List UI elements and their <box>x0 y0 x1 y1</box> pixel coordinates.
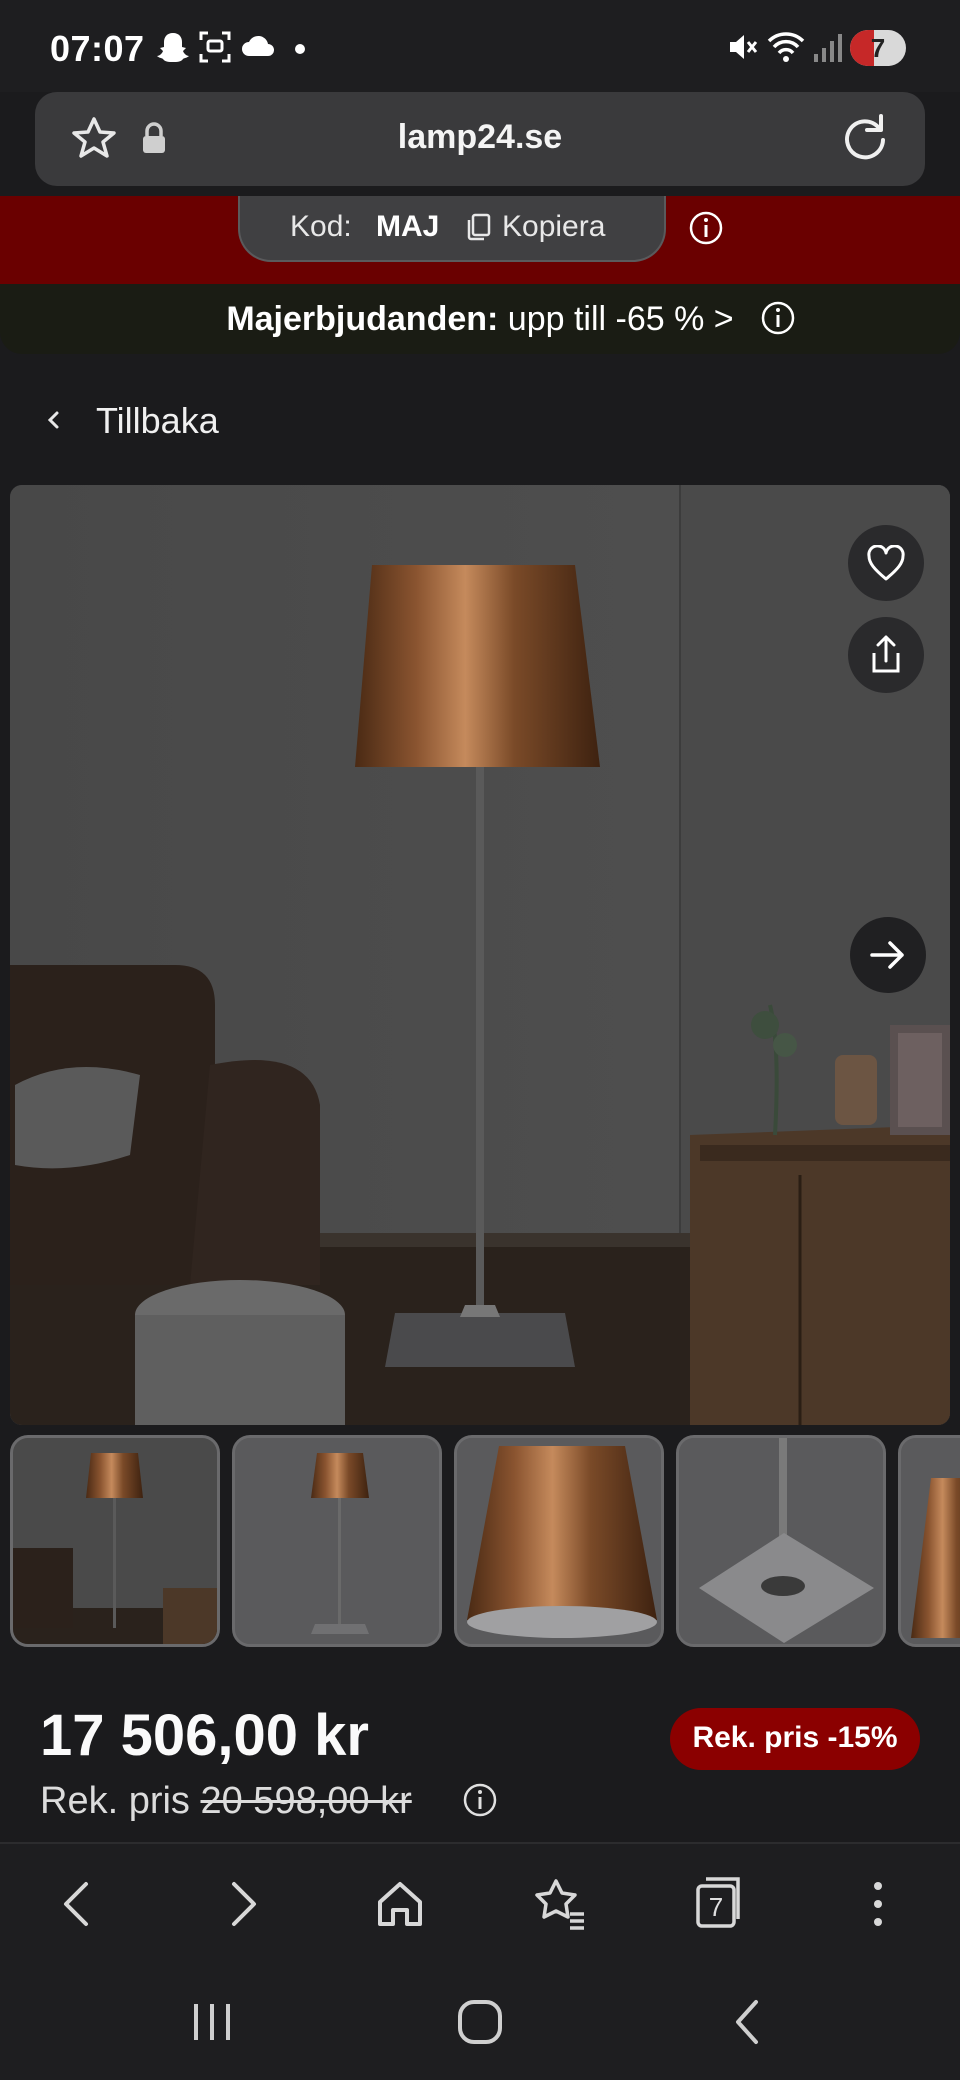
coupon-code: MAJ <box>376 210 440 243</box>
scan-icon <box>199 31 231 63</box>
bookmarks-icon[interactable] <box>532 1876 588 1932</box>
system-back-icon[interactable] <box>730 1998 766 2046</box>
mute-icon <box>730 35 758 59</box>
tab-count: 7 <box>708 1892 724 1922</box>
coupon-pill[interactable]: Kod: MAJ Kopiera <box>238 196 666 262</box>
status-bar: 07:07 7 <box>0 0 960 92</box>
share-icon <box>872 635 900 673</box>
home-button-icon[interactable] <box>456 1998 504 2046</box>
signal-icon <box>814 34 842 62</box>
info-icon[interactable] <box>462 1782 498 1818</box>
system-navigation-bar <box>0 1960 960 2080</box>
recent-apps-icon[interactable] <box>190 2002 234 2042</box>
thumbnail-2[interactable] <box>232 1435 442 1647</box>
back-link[interactable]: Tillbaka <box>0 370 960 470</box>
back-icon[interactable] <box>56 1878 100 1930</box>
thumbnail-image <box>679 1438 883 1644</box>
coupon-label: Kod: <box>290 210 352 243</box>
arrow-right-icon <box>870 941 904 969</box>
recommended-price-value: 20 598,00 kr <box>200 1780 412 1822</box>
sale-banner[interactable]: Majerbjudanden: upp till -65 % > <box>0 284 960 354</box>
thumbnail-4[interactable] <box>676 1435 886 1647</box>
info-icon[interactable] <box>688 210 724 246</box>
forward-icon[interactable] <box>220 1878 264 1930</box>
snapchat-icon <box>157 33 189 62</box>
thumbnail-1[interactable] <box>10 1435 220 1647</box>
thumbnail-image <box>235 1438 439 1644</box>
share-button[interactable] <box>848 617 924 693</box>
address-bar[interactable]: lamp24.se <box>35 92 925 186</box>
sale-headline-bold: Majerbjudanden: <box>226 300 499 338</box>
copy-icon[interactable] <box>464 212 492 242</box>
back-label[interactable]: Tillbaka <box>96 400 219 442</box>
next-image-button[interactable] <box>850 917 926 993</box>
wifi-icon <box>767 32 805 62</box>
reload-icon[interactable] <box>839 112 891 164</box>
discount-badge: Rek. pris -15% <box>670 1708 920 1770</box>
url-text[interactable]: lamp24.se <box>35 118 925 157</box>
sale-headline-rest: upp till -65 % > <box>498 300 734 338</box>
battery-icon: 7 <box>850 30 906 66</box>
recommended-price-label: Rek. pris <box>40 1780 201 1822</box>
status-time: 07:07 <box>50 28 145 69</box>
chevron-left-icon <box>47 411 59 429</box>
thumbnail-image <box>13 1438 217 1644</box>
battery-percent: 7 <box>870 33 886 63</box>
cloud-icon <box>242 35 274 56</box>
thumbnail-5[interactable] <box>898 1435 960 1647</box>
thumbnail-3[interactable] <box>454 1435 664 1647</box>
home-icon[interactable] <box>374 1878 426 1930</box>
thumbnail-image <box>901 1438 960 1644</box>
tabs-button[interactable]: 7 <box>694 1874 746 1930</box>
dot-icon <box>295 44 305 54</box>
product-image[interactable] <box>10 485 950 1425</box>
browser-toolbar: 7 <box>0 1842 960 1960</box>
thumbnail-image <box>457 1438 661 1644</box>
recommended-price-line: Rek. pris 20 598,00 kr <box>40 1780 412 1823</box>
copy-button[interactable]: Kopiera <box>502 210 605 244</box>
heart-icon <box>867 545 905 581</box>
sale-headline[interactable]: Majerbjudanden: upp till -65 % > <box>0 300 960 339</box>
info-icon[interactable] <box>760 300 796 336</box>
more-icon[interactable] <box>866 1878 890 1930</box>
product-photo <box>10 485 950 1425</box>
current-price: 17 506,00 kr <box>40 1703 369 1768</box>
wishlist-button[interactable] <box>848 525 924 601</box>
